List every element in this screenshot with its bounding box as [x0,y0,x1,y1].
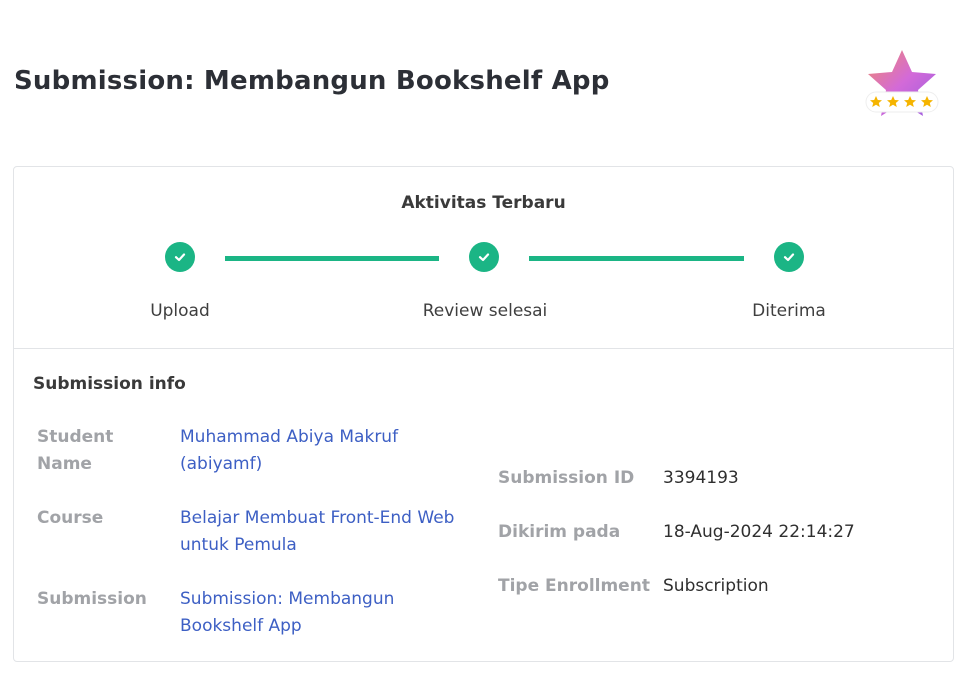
step-label-review: Review selesai [422,301,548,321]
sent-at-label: Dikirim pada [498,522,621,542]
progress-line-2 [529,256,744,261]
course-link[interactable]: Belajar Membuat Front-End Web untuk Pemu… [180,505,480,559]
submission-link[interactable]: Submission: Membangun Bookshelf App [180,586,420,640]
progress-line-1 [225,256,439,261]
sent-at-value: 18-Aug-2024 22:14:27 [663,522,855,542]
check-circle-icon [165,242,195,272]
step-label-upload: Upload [150,301,210,321]
submission-card: Aktivitas Terbaru Upload Review selesai … [13,166,954,662]
activity-section: Aktivitas Terbaru Upload Review selesai … [14,167,953,349]
submission-info-title: Submission info [33,374,186,394]
check-circle-icon [774,242,804,272]
check-circle-icon [469,242,499,272]
submission-label: Submission [37,589,147,609]
student-name-link[interactable]: Muhammad Abiya Makruf (abiyamf) [180,424,450,478]
submission-id-label: Submission ID [498,468,635,488]
step-label-accepted: Diterima [752,301,826,321]
enrollment-type-label: Tipe Enrollment [498,576,650,596]
star-rating-badge-icon [862,46,942,126]
page-title: Submission: Membangun Bookshelf App [14,66,610,96]
student-name-label: Student Name [37,427,114,474]
course-label: Course [37,508,104,528]
enrollment-type-value: Subscription [663,576,769,596]
submission-id-value: 3394193 [663,468,739,488]
activity-title: Aktivitas Terbaru [401,193,566,213]
